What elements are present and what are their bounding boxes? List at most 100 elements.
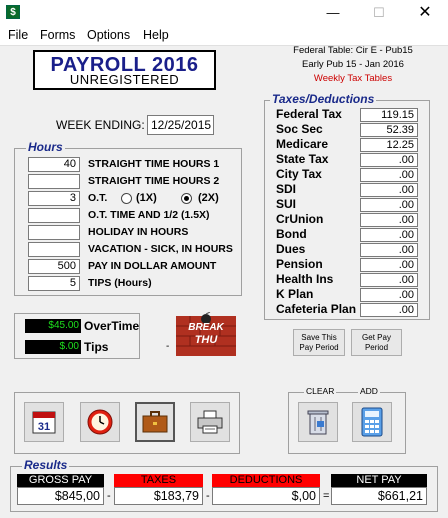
tips-hours-input[interactable]: 5 bbox=[28, 276, 80, 291]
net-pay-header: NET PAY bbox=[331, 474, 427, 487]
tax-row-value[interactable]: .00 bbox=[360, 213, 418, 227]
pay-dollar-label: PAY IN DOLLAR AMOUNT bbox=[88, 260, 217, 272]
tax-row-label: City Tax bbox=[276, 167, 322, 181]
clear-button[interactable] bbox=[298, 402, 338, 442]
pay-dollar-input[interactable]: 500 bbox=[28, 259, 80, 274]
tax-row-label: Dues bbox=[276, 242, 306, 256]
tips-hours-label: TIPS (Hours) bbox=[88, 277, 152, 289]
calendar-icon: 31 bbox=[32, 411, 56, 434]
app-icon: $ bbox=[6, 5, 20, 19]
calculator-icon bbox=[361, 407, 383, 437]
clock-icon bbox=[87, 409, 113, 435]
tax-row-value[interactable]: .00 bbox=[360, 303, 418, 317]
tax-row-value[interactable]: .00 bbox=[360, 153, 418, 167]
equals-operator: = bbox=[323, 490, 330, 502]
ot-1x-radio[interactable] bbox=[121, 193, 132, 204]
trash-icon bbox=[307, 410, 329, 435]
tax-row-value[interactable]: .00 bbox=[360, 258, 418, 272]
menu-options[interactable]: Options bbox=[87, 28, 130, 42]
straight-hours-1-input[interactable]: 40 bbox=[28, 157, 80, 172]
ot-hours-input[interactable]: 3 bbox=[28, 191, 80, 206]
tax-row-value[interactable]: .00 bbox=[360, 198, 418, 212]
menu-forms[interactable]: Forms bbox=[40, 28, 75, 42]
overtime-display: $45.00 bbox=[25, 319, 81, 333]
tax-row-label: Health Ins bbox=[276, 272, 334, 286]
tax-tables-text: Weekly Tax Tables bbox=[313, 73, 393, 84]
holiday-hours-input[interactable] bbox=[28, 225, 80, 240]
deductions-header: DEDUCTIONS bbox=[212, 474, 320, 487]
add-label: ADD bbox=[358, 386, 380, 396]
ot-time-half-label: O.T. TIME AND 1/2 (1.5X) bbox=[88, 209, 210, 221]
tax-row-value[interactable]: .00 bbox=[360, 183, 418, 197]
minus-operator-2: - bbox=[206, 490, 210, 502]
tax-row-value[interactable]: 52.39 bbox=[360, 123, 418, 137]
tax-row-label: SUI bbox=[276, 197, 297, 211]
minus-operator-1: - bbox=[107, 490, 111, 502]
get-button-line1: Get Pay bbox=[362, 332, 391, 342]
menu-help[interactable]: Help bbox=[143, 28, 169, 42]
menu-file[interactable]: File bbox=[8, 28, 28, 42]
get-pay-period-button[interactable]: Get Pay Period bbox=[351, 329, 402, 356]
tax-row-label: Soc Sec bbox=[276, 122, 323, 136]
straight-hours-1-label: STRAIGHT TIME HOURS 1 bbox=[88, 158, 220, 170]
net-pay-value: $661,21 bbox=[331, 487, 427, 505]
tax-row-value[interactable]: 119.15 bbox=[360, 108, 418, 122]
federal-table-text: Federal Table: Cir E - Pub15 bbox=[293, 45, 413, 56]
calendar-day: 31 bbox=[38, 421, 50, 433]
save-button-line1: Save This bbox=[301, 332, 337, 342]
tax-row-value[interactable]: .00 bbox=[360, 168, 418, 182]
vacation-hours-input[interactable] bbox=[28, 242, 80, 257]
calendar-button[interactable]: 31 bbox=[24, 402, 64, 442]
clock-button[interactable] bbox=[80, 402, 120, 442]
tips-display: $.00 bbox=[25, 340, 81, 354]
payroll-logo: PAYROLL 2016 UNREGISTERED bbox=[33, 50, 216, 90]
save-pay-period-button[interactable]: Save This Pay Period bbox=[293, 329, 345, 356]
tax-row-label: K Plan bbox=[276, 287, 314, 301]
break-thu-logo: BREAK THU bbox=[175, 311, 237, 358]
print-button[interactable] bbox=[190, 402, 230, 442]
taxes-header: TAXES bbox=[114, 474, 203, 487]
early-pub-text: Early Pub 15 - Jan 2016 bbox=[302, 59, 404, 70]
clear-label: CLEAR bbox=[304, 386, 337, 396]
add-button[interactable] bbox=[352, 402, 392, 442]
briefcase-icon bbox=[142, 411, 168, 433]
tax-row-value[interactable]: 12.25 bbox=[360, 138, 418, 152]
break-logo-line1: BREAK bbox=[188, 322, 224, 333]
tax-row-value[interactable]: .00 bbox=[360, 228, 418, 242]
deductions-value: $,00 bbox=[212, 487, 320, 505]
taxes-value: $183,79 bbox=[114, 487, 203, 505]
results-title: Results bbox=[22, 458, 70, 472]
maximize-button[interactable]: ☐ bbox=[356, 0, 402, 26]
tax-row-label: SDI bbox=[276, 182, 297, 196]
tax-row-label: Medicare bbox=[276, 137, 329, 151]
tax-row-value[interactable]: .00 bbox=[360, 273, 418, 287]
holiday-hours-label: HOLIDAY IN HOURS bbox=[88, 226, 189, 238]
tax-row-label: CrUnion bbox=[276, 212, 324, 226]
ot-2x-radio[interactable] bbox=[181, 193, 192, 204]
gross-pay-value: $845,00 bbox=[17, 487, 104, 505]
straight-hours-2-label: STRAIGHT TIME HOURS 2 bbox=[88, 175, 220, 187]
week-ending-label: WEEK ENDING: bbox=[56, 118, 145, 132]
taxes-group-title: Taxes/Deductions bbox=[270, 92, 377, 106]
close-button[interactable]: ✕ bbox=[402, 0, 448, 26]
break-logo-line2: THU bbox=[194, 334, 218, 346]
printer-icon bbox=[197, 410, 223, 434]
tax-row-value[interactable]: .00 bbox=[360, 243, 418, 257]
briefcase-button[interactable] bbox=[135, 402, 175, 442]
ot-time-half-input[interactable] bbox=[28, 208, 80, 223]
logo-subtitle: UNREGISTERED bbox=[69, 72, 180, 87]
minimize-button[interactable]: — bbox=[310, 0, 356, 26]
ot-1x-label: (1X) bbox=[136, 192, 157, 204]
straight-hours-2-input[interactable] bbox=[28, 174, 80, 189]
tax-row-label: Cafeteria Plan bbox=[276, 302, 357, 316]
tax-row-label: State Tax bbox=[276, 152, 329, 166]
ot-label: O.T. bbox=[88, 192, 108, 204]
ot-2x-label: (2X) bbox=[198, 192, 219, 204]
tax-row-value[interactable]: .00 bbox=[360, 288, 418, 302]
overtime-label: OverTime bbox=[84, 319, 140, 333]
hours-group-title: Hours bbox=[26, 140, 65, 154]
week-ending-input[interactable]: 12/25/2015 bbox=[147, 115, 214, 135]
tax-row-label: Federal Tax bbox=[276, 107, 342, 121]
vacation-hours-label: VACATION - SICK, IN HOURS bbox=[88, 243, 233, 255]
tips-label: Tips bbox=[84, 340, 109, 354]
